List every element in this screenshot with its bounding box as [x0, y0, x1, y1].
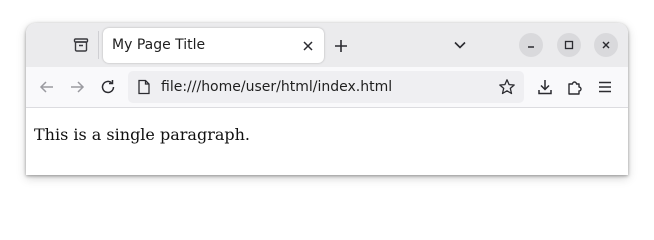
puzzle-icon[interactable]	[563, 75, 587, 99]
arrow-left-icon[interactable]	[35, 75, 59, 99]
maximize-icon[interactable]	[557, 33, 581, 57]
url-text[interactable]: file:///home/user/html/index.html	[161, 71, 392, 103]
tab-active[interactable]: My Page Title	[103, 28, 324, 63]
close-icon[interactable]	[298, 36, 318, 56]
navigation-toolbar: file:///home/user/html/index.html	[26, 67, 628, 108]
arrow-right-icon[interactable]	[65, 75, 89, 99]
minimize-icon[interactable]	[519, 33, 543, 57]
page-icon	[136, 79, 152, 95]
reload-icon[interactable]	[96, 75, 120, 99]
paragraph: This is a single paragraph.	[34, 125, 251, 144]
star-icon[interactable]	[497, 77, 517, 97]
tab-title: My Page Title	[112, 37, 206, 53]
page-content: This is a single paragraph.	[26, 108, 628, 175]
address-bar[interactable]: file:///home/user/html/index.html	[128, 71, 524, 103]
tab-overview-icon[interactable]	[70, 34, 92, 56]
chevron-down-icon[interactable]	[449, 34, 471, 56]
tab-strip: My Page Title	[26, 23, 628, 67]
close-icon[interactable]	[594, 33, 618, 57]
tab-divider	[98, 31, 99, 59]
hamburger-menu-icon[interactable]	[593, 75, 617, 99]
plus-icon[interactable]	[330, 35, 352, 57]
browser-window: My Page Title file:///home/user/html/ind…	[26, 23, 628, 175]
download-icon[interactable]	[533, 75, 557, 99]
